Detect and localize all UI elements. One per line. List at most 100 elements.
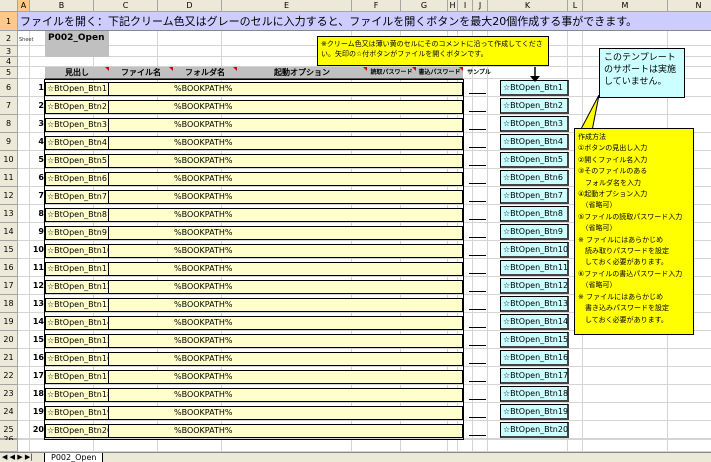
file-cell[interactable] [109, 190, 173, 204]
sample-cell[interactable] [469, 85, 486, 94]
row-header[interactable]: 24 [0, 403, 18, 421]
sample-cell[interactable] [469, 229, 486, 238]
folder-cell[interactable]: %BOOKPATH% [173, 118, 237, 132]
open-file-button[interactable]: ☆BtOpen_Btn14 [500, 314, 569, 330]
label-cell[interactable]: ☆BtOpen_Btn15 [45, 334, 112, 348]
folder-cell[interactable]: %BOOKPATH% [173, 172, 237, 186]
row-header[interactable]: 14 [0, 223, 18, 241]
open-file-button[interactable]: ☆BtOpen_Btn16 [500, 350, 569, 366]
folder-cell[interactable]: %BOOKPATH% [173, 424, 237, 438]
file-cell[interactable] [109, 154, 173, 168]
folder-cell[interactable]: %BOOKPATH% [173, 406, 237, 420]
column-header-g[interactable]: G [401, 0, 448, 12]
open-file-button[interactable]: ☆BtOpen_Btn6 [500, 170, 569, 186]
label-cell[interactable]: ☆BtOpen_Btn14 [45, 316, 112, 330]
option-cell[interactable] [237, 208, 367, 222]
row-header[interactable]: 22 [0, 367, 18, 385]
sample-cell[interactable] [469, 355, 486, 364]
file-cell[interactable] [109, 100, 173, 114]
column-header-l[interactable]: L [568, 0, 583, 12]
option-cell[interactable] [237, 100, 367, 114]
folder-cell[interactable]: %BOOKPATH% [173, 388, 237, 402]
row-header[interactable]: 9 [0, 133, 18, 151]
option-cell[interactable] [237, 262, 367, 276]
label-cell[interactable]: ☆BtOpen_Btn11 [45, 262, 112, 276]
tab-p002-open[interactable]: P002_Open [44, 453, 104, 462]
password-cell[interactable] [367, 424, 463, 438]
folder-cell[interactable]: %BOOKPATH% [173, 100, 237, 114]
file-cell[interactable] [109, 298, 173, 312]
option-cell[interactable] [237, 406, 367, 420]
file-cell[interactable] [109, 334, 173, 348]
open-file-button[interactable]: ☆BtOpen_Btn11 [500, 260, 569, 276]
open-file-button[interactable]: ☆BtOpen_Btn9 [500, 224, 569, 240]
password-cell[interactable] [367, 334, 463, 348]
password-cell[interactable] [367, 352, 463, 366]
file-cell[interactable] [109, 82, 173, 96]
password-cell[interactable] [367, 370, 463, 384]
file-cell[interactable] [109, 406, 173, 420]
option-cell[interactable] [237, 82, 367, 96]
row-header[interactable]: 15 [0, 241, 18, 259]
label-cell[interactable]: ☆BtOpen_Btn13 [45, 298, 112, 312]
sample-cell[interactable] [469, 427, 486, 436]
file-cell[interactable] [109, 316, 173, 330]
row-header[interactable]: 8 [0, 115, 18, 133]
row-header[interactable]: 17 [0, 277, 18, 295]
password-cell[interactable] [367, 388, 463, 402]
sample-cell[interactable] [469, 337, 486, 346]
sample-cell[interactable] [469, 373, 486, 382]
folder-cell[interactable]: %BOOKPATH% [173, 280, 237, 294]
label-cell[interactable]: ☆BtOpen_Btn2 [45, 100, 109, 114]
option-cell[interactable] [237, 388, 367, 402]
tab-nav-arrows[interactable]: ◀ ◀ ▶ ▶| [2, 453, 33, 462]
label-cell[interactable]: ☆BtOpen_Btn20 [45, 424, 112, 438]
open-file-button[interactable]: ☆BtOpen_Btn8 [500, 206, 569, 222]
file-cell[interactable] [109, 136, 173, 150]
row-header[interactable]: 13 [0, 205, 18, 223]
password-cell[interactable] [367, 316, 463, 330]
file-cell[interactable] [109, 208, 173, 222]
password-cell[interactable] [367, 154, 463, 168]
label-cell[interactable]: ☆BtOpen_Btn7 [45, 190, 109, 204]
column-header-i[interactable]: I [458, 0, 473, 12]
folder-cell[interactable]: %BOOKPATH% [173, 190, 237, 204]
password-cell[interactable] [367, 172, 463, 186]
folder-cell[interactable]: %BOOKPATH% [173, 208, 237, 222]
option-cell[interactable] [237, 298, 367, 312]
file-cell[interactable] [109, 352, 173, 366]
label-cell[interactable]: ☆BtOpen_Btn8 [45, 208, 109, 222]
option-cell[interactable] [237, 244, 367, 258]
sample-cell[interactable] [469, 319, 486, 328]
sample-cell[interactable] [469, 175, 486, 184]
row-header[interactable]: 2 [0, 31, 18, 46]
sample-cell[interactable] [469, 211, 486, 220]
column-header-b[interactable]: B [30, 0, 94, 12]
row-header[interactable]: 16 [0, 259, 18, 277]
column-header-d[interactable]: D [158, 0, 222, 12]
sample-cell[interactable] [469, 193, 486, 202]
column-header-a[interactable]: A [18, 0, 30, 12]
password-cell[interactable] [367, 226, 463, 240]
label-cell[interactable]: ☆BtOpen_Btn18 [45, 388, 112, 402]
row-header[interactable]: 6 [0, 79, 18, 97]
open-file-button[interactable]: ☆BtOpen_Btn4 [500, 134, 569, 150]
option-cell[interactable] [237, 280, 367, 294]
sheet-name-cell[interactable]: P002_Open [45, 31, 109, 57]
label-cell[interactable]: ☆BtOpen_Btn1 [45, 82, 109, 96]
label-cell[interactable]: ☆BtOpen_Btn4 [45, 136, 109, 150]
column-header-c[interactable]: C [94, 0, 158, 12]
open-file-button[interactable]: ☆BtOpen_Btn19 [500, 404, 569, 420]
option-cell[interactable] [237, 352, 367, 366]
label-cell[interactable]: ☆BtOpen_Btn10 [45, 244, 112, 258]
open-file-button[interactable]: ☆BtOpen_Btn3 [500, 116, 569, 132]
sample-cell[interactable] [469, 121, 486, 130]
column-header-k[interactable]: K [488, 0, 568, 12]
option-cell[interactable] [237, 118, 367, 132]
row-header[interactable]: 20 [0, 331, 18, 349]
label-cell[interactable]: ☆BtOpen_Btn12 [45, 280, 112, 294]
password-cell[interactable] [367, 280, 463, 294]
open-file-button[interactable]: ☆BtOpen_Btn12 [500, 278, 569, 294]
folder-cell[interactable]: %BOOKPATH% [173, 136, 237, 150]
open-file-button[interactable]: ☆BtOpen_Btn5 [500, 152, 569, 168]
